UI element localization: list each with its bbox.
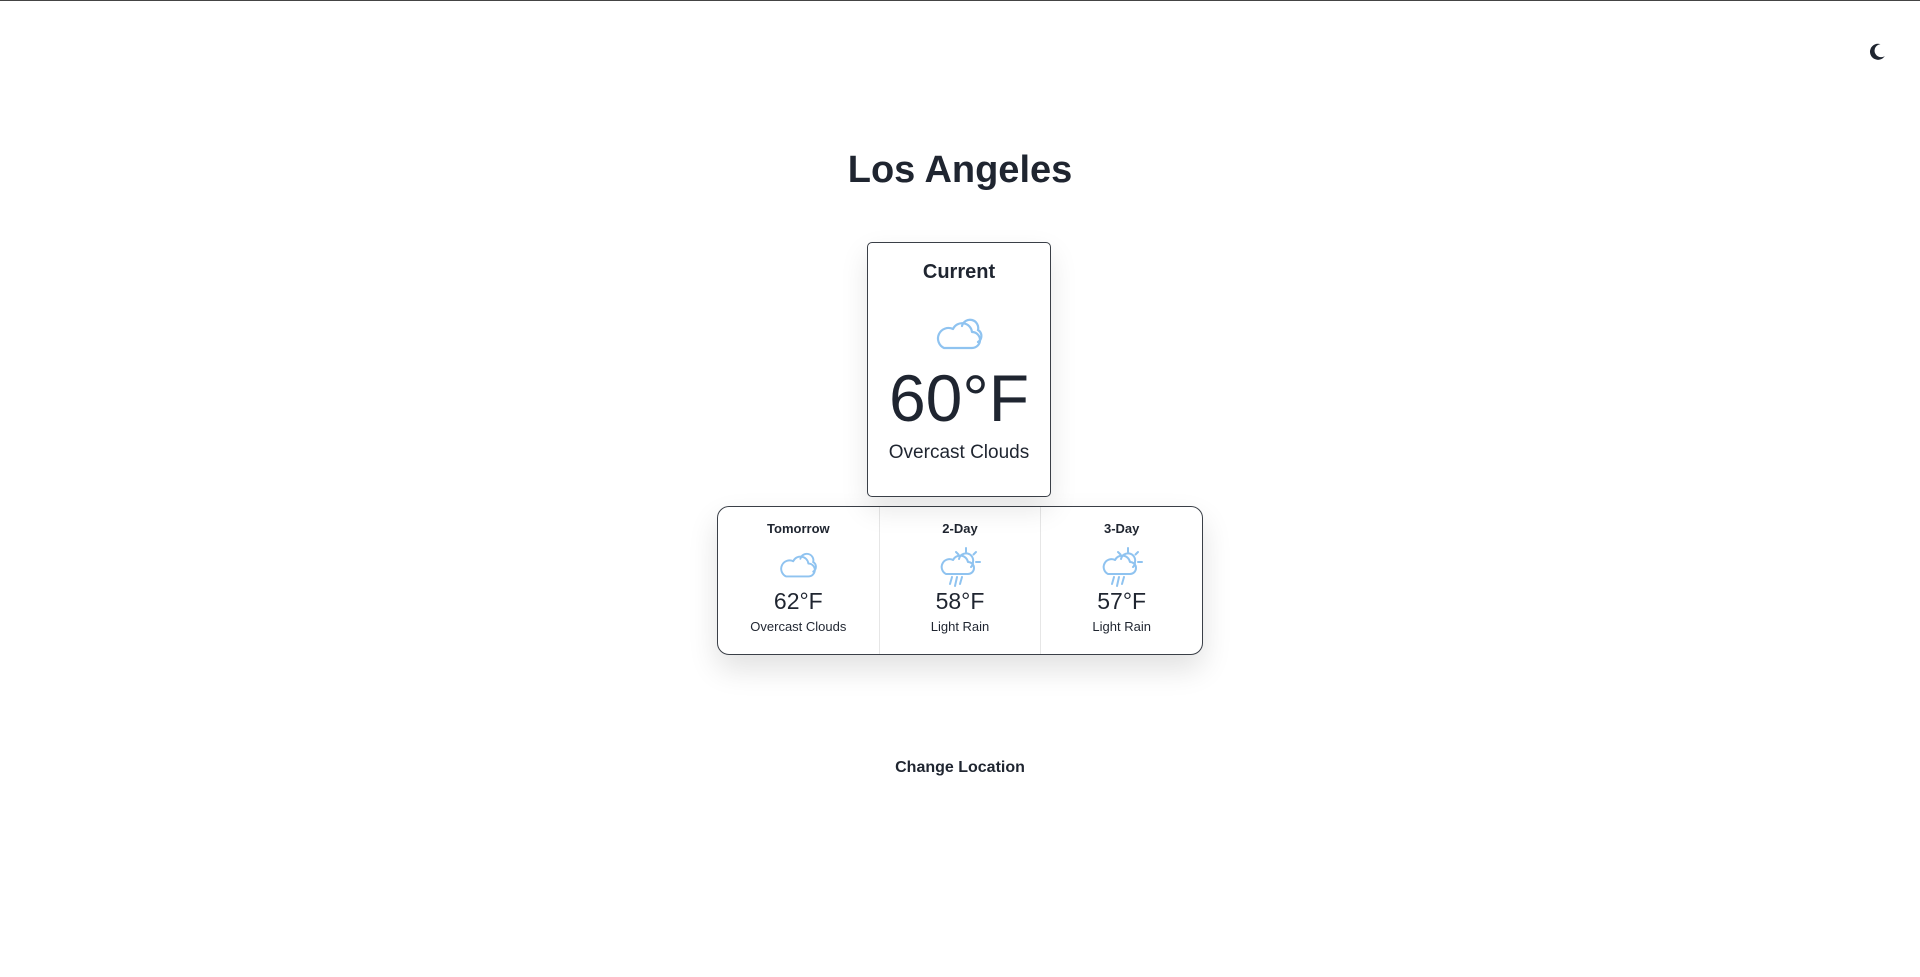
forecast-temperature: 62°F <box>773 588 823 614</box>
forecast-description: Overcast Clouds <box>750 619 847 634</box>
sun-rain-icon <box>880 546 1041 587</box>
current-label: Current <box>922 261 996 283</box>
forecast-card: Tomorrow 62°F Overcast Clouds 2-Day 58°F… <box>717 506 1203 655</box>
change-location-button[interactable]: Change Location <box>895 759 1025 776</box>
city-title: Los Angeles <box>847 149 1073 191</box>
current-weather-card: Current 60°F Overcast Clouds <box>867 242 1051 497</box>
forecast-day-label: Tomorrow <box>767 521 830 536</box>
current-description: Overcast Clouds <box>888 442 1030 463</box>
forecast-description: Light Rain <box>1092 619 1151 634</box>
forecast-temperature: 57°F <box>1097 588 1147 614</box>
weather-page: Los Angeles Current 60°F Overcast Clouds… <box>0 0 1920 977</box>
forecast-day-3: 3-Day 57°F Light Rain <box>1041 507 1202 654</box>
forecast-description: Light Rain <box>930 619 990 634</box>
moon-icon <box>1869 43 1885 60</box>
theme-toggle-button[interactable] <box>1864 39 1890 65</box>
forecast-day-tomorrow: Tomorrow 62°F Overcast Clouds <box>718 507 880 654</box>
current-temperature: 60°F <box>888 361 1030 435</box>
forecast-temperature: 58°F <box>935 588 985 614</box>
forecast-day-2: 2-Day 58°F Light Rain <box>880 507 1042 654</box>
cloud-icon <box>718 546 879 586</box>
sun-rain-icon <box>1041 546 1202 587</box>
forecast-day-label: 3-Day <box>1103 521 1140 536</box>
change-location-container: Change Location <box>0 759 1920 777</box>
cloud-icon <box>868 318 1050 352</box>
forecast-day-label: 2-Day <box>942 521 978 536</box>
